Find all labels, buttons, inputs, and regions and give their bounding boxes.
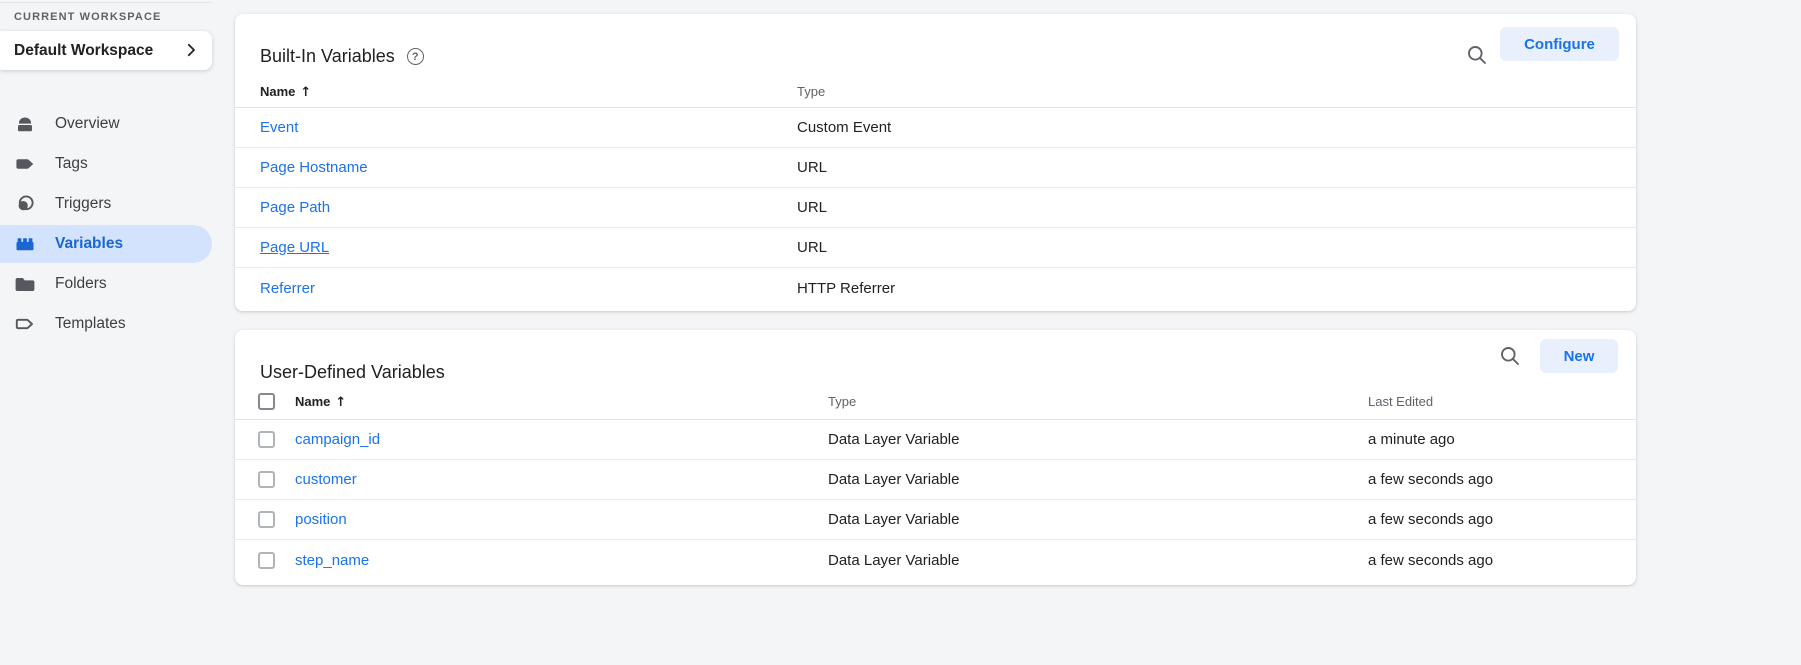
gtm-variables-page: CURRENT WORKSPACE Default Workspace Over… xyxy=(0,0,1801,665)
trigger-icon xyxy=(14,193,36,215)
folder-icon xyxy=(14,273,36,295)
table-header-row: Name ↑ Type xyxy=(235,76,1636,108)
builtin-variables-title: Built-In Variables ? xyxy=(260,46,424,67)
tag-icon xyxy=(14,153,36,175)
variables-brick-icon xyxy=(14,233,36,255)
row-checkbox[interactable] xyxy=(258,511,275,528)
configure-button[interactable]: Configure xyxy=(1500,27,1619,61)
column-header-last-edited[interactable]: Last Edited xyxy=(1368,394,1433,409)
variable-link[interactable]: Page Hostname xyxy=(260,159,368,176)
variable-type: Custom Event xyxy=(797,119,892,136)
sidebar-item-label: Variables xyxy=(55,235,124,252)
table-row: Page URL URL xyxy=(235,228,1636,268)
row-checkbox[interactable] xyxy=(258,471,275,488)
variable-link[interactable]: Referrer xyxy=(260,280,315,297)
last-edited-value: a minute ago xyxy=(1368,431,1455,448)
column-header-type[interactable]: Type xyxy=(828,394,856,409)
table-row: campaign_id Data Layer Variable a minute… xyxy=(235,420,1636,460)
sidebar-item-templates[interactable]: Templates xyxy=(0,304,212,344)
user-defined-variables-card: User-Defined Variables New Name ↑ Type La… xyxy=(235,330,1636,585)
new-variable-button[interactable]: New xyxy=(1540,339,1618,373)
variable-type: HTTP Referrer xyxy=(797,279,896,297)
variable-link[interactable]: Event xyxy=(260,119,298,136)
search-icon[interactable] xyxy=(1499,345,1521,367)
sort-ascending-icon: ↑ xyxy=(335,394,347,410)
table-row: Page Path URL xyxy=(235,188,1636,228)
overview-icon xyxy=(14,113,36,135)
sidebar-item-overview[interactable]: Overview xyxy=(0,104,212,144)
sidebar-item-label: Overview xyxy=(55,115,120,132)
sidebar-item-variables[interactable]: Variables xyxy=(0,225,212,263)
sidebar-item-triggers[interactable]: Triggers xyxy=(0,184,212,224)
sidebar: CURRENT WORKSPACE Default Workspace Over… xyxy=(0,0,213,665)
variable-link[interactable]: customer xyxy=(295,471,357,488)
sidebar-item-folders[interactable]: Folders xyxy=(0,264,212,304)
variable-type: Data Layer Variable xyxy=(828,551,960,569)
select-all-checkbox[interactable] xyxy=(258,393,275,410)
builtin-variables-card: Built-In Variables ? Configure Name ↑ Typ… xyxy=(235,14,1636,311)
variable-type: URL xyxy=(797,199,828,216)
sidebar-item-label: Templates xyxy=(55,315,126,332)
sidebar-item-tags[interactable]: Tags xyxy=(0,144,212,184)
last-edited-value: a few seconds ago xyxy=(1368,511,1494,528)
variable-type: URL xyxy=(797,239,828,256)
row-checkbox[interactable] xyxy=(258,551,275,569)
template-icon xyxy=(14,313,36,335)
sidebar-top-divider xyxy=(0,2,213,3)
table-row: Page Hostname URL xyxy=(235,148,1636,188)
sidebar-item-label: Tags xyxy=(55,155,88,172)
variable-link[interactable]: step_name xyxy=(295,552,369,569)
sort-ascending-icon: ↑ xyxy=(300,84,312,100)
table-row: Event Custom Event xyxy=(235,108,1636,148)
last-edited-value: a few seconds ago xyxy=(1368,551,1494,569)
chevron-right-icon xyxy=(182,41,200,59)
current-workspace-label: CURRENT WORKSPACE xyxy=(14,11,162,23)
column-header-type[interactable]: Type xyxy=(797,84,825,99)
last-edited-value: a few seconds ago xyxy=(1368,471,1494,488)
table-row: customer Data Layer Variable a few secon… xyxy=(235,460,1636,500)
table-header-row: Name ↑ Type Last Edited xyxy=(235,384,1636,420)
table-row: position Data Layer Variable a few secon… xyxy=(235,500,1636,540)
column-header-name[interactable]: Name ↑ xyxy=(295,394,346,410)
column-header-name[interactable]: Name ↑ xyxy=(260,84,311,100)
variable-link[interactable]: Page Path xyxy=(260,199,330,216)
variable-link[interactable]: campaign_id xyxy=(295,431,380,448)
sidebar-nav: Overview Tags Triggers Variables Folders… xyxy=(0,104,213,344)
variable-type: Data Layer Variable xyxy=(828,511,960,528)
sidebar-item-label: Folders xyxy=(55,275,107,292)
variable-link[interactable]: position xyxy=(295,511,347,528)
variable-link[interactable]: Page URL xyxy=(260,239,329,256)
row-checkbox[interactable] xyxy=(258,431,275,448)
user-defined-variables-title: User-Defined Variables xyxy=(260,362,445,382)
search-icon[interactable] xyxy=(1466,44,1488,66)
table-row: step_name Data Layer Variable a few seco… xyxy=(235,540,1636,580)
user-defined-variables-table: Name ↑ Type Last Edited campaign_id Data … xyxy=(235,384,1636,580)
variable-type: Data Layer Variable xyxy=(828,431,960,448)
workspace-name: Default Workspace xyxy=(14,41,154,59)
help-icon[interactable]: ? xyxy=(406,48,424,65)
variable-type: Data Layer Variable xyxy=(828,471,960,488)
table-row: Referrer HTTP Referrer xyxy=(235,268,1636,308)
sidebar-item-label: Triggers xyxy=(55,195,112,212)
workspace-selector[interactable]: Default Workspace xyxy=(0,31,212,70)
builtin-variables-table: Name ↑ Type Event Custom Event Page Hostn… xyxy=(235,76,1636,308)
variable-type: URL xyxy=(797,159,828,176)
